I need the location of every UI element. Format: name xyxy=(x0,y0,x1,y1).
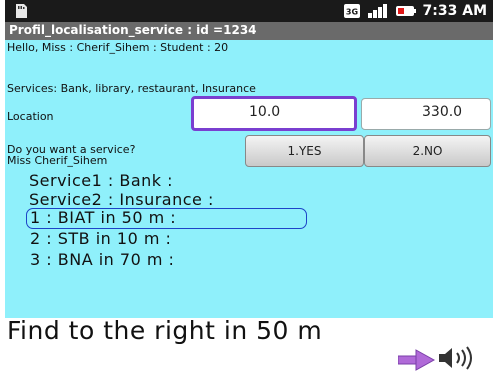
battery-icon xyxy=(395,6,416,16)
service1-text: Service1 : Bank : xyxy=(29,171,174,190)
signal-icon xyxy=(367,4,387,18)
question-name: Miss Cherif_Sihem xyxy=(7,154,108,167)
svg-text:3G: 3G xyxy=(345,8,357,17)
app-title-bar: Profil_localisation_service : id =1234 xyxy=(5,22,493,40)
service2-text: Service2 : Insurance : xyxy=(29,190,214,209)
latitude-value: 10.0 xyxy=(249,104,281,120)
main-content: Hello, Miss : Cherif_Sihem : Student : 2… xyxy=(5,40,493,373)
services-text: Services: Bank, library, restaurant, Ins… xyxy=(7,82,256,95)
direction-panel: Find to the right in 50 m xyxy=(5,318,493,373)
status-bar: 3G 7:33 AM xyxy=(5,0,493,22)
latitude-input[interactable]: 10.0 xyxy=(191,96,357,131)
result-item-1[interactable]: 1 : BIAT in 50 m : xyxy=(30,208,176,227)
3g-icon: 3G xyxy=(343,4,360,18)
phone-screen: 3G 7:33 AM Profil_localisation_service :… xyxy=(5,0,493,373)
longitude-value: 330.0 xyxy=(422,104,463,120)
status-time: 7:33 AM xyxy=(422,3,487,19)
speaker-icon[interactable] xyxy=(437,344,477,372)
right-arrow-icon xyxy=(398,349,436,371)
result-item-2[interactable]: 2 : STB in 10 m : xyxy=(30,229,171,248)
longitude-input[interactable]: 330.0 xyxy=(361,98,491,130)
app-title: Profil_localisation_service : id =1234 xyxy=(9,23,257,37)
location-label: Location xyxy=(7,110,54,123)
greeting-text: Hello, Miss : Cherif_Sihem : Student : 2… xyxy=(7,41,229,54)
sd-card-icon xyxy=(16,4,27,18)
result-item-3[interactable]: 3 : BNA in 70 m : xyxy=(30,250,174,269)
no-button[interactable]: 2.NO xyxy=(364,135,491,167)
direction-text: Find to the right in 50 m xyxy=(7,316,323,345)
yes-button[interactable]: 1.YES xyxy=(245,135,364,167)
